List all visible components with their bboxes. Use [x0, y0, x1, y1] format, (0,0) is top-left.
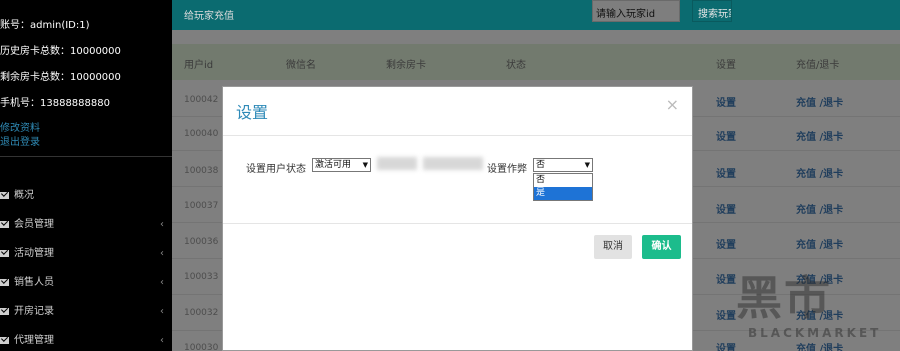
sidebar-item-label: 概况 [14, 190, 34, 201]
table-row-id: 100038 [184, 166, 219, 176]
remaining-card-total: 剩余房卡总数：10000000 [0, 72, 121, 83]
sidebar-item-label: 代理管理 [14, 335, 54, 346]
confirm-button[interactable]: 确认 [642, 235, 681, 259]
envelope-icon [0, 249, 9, 257]
edit-profile-link[interactable]: 修改资料 [0, 119, 40, 134]
table-row-settings-link[interactable]: 设置 [716, 128, 736, 143]
sidebar-item-label: 会员管理 [14, 219, 54, 230]
table-row-id: 100036 [184, 237, 219, 247]
modal-title: 设置 [236, 103, 269, 122]
sidebar-item-sales-staff[interactable]: 销售人员 ‹ [0, 269, 172, 297]
table-row-settings-link[interactable]: 设置 [716, 307, 736, 322]
dropdown-arrow-icon: ▼ [362, 161, 368, 169]
column-header-recharge: 充值/退卡 [796, 60, 840, 71]
table-row-recharge-link[interactable]: 充值 /退卡 [796, 201, 843, 216]
table-row-settings-link[interactable]: 设置 [716, 236, 736, 251]
user-status-select[interactable]: 激活可用 ▼ [312, 158, 371, 172]
table-row-id: 100037 [184, 201, 219, 211]
chevron-left-icon: ‹ [160, 306, 164, 317]
settings-modal: 设置 × 设置用户状态 激活可用 ▼ 设置作弊 否 ▼ 否 是 取消 确认 [222, 86, 693, 351]
redacted-field [423, 157, 483, 170]
table-header [172, 44, 900, 80]
cheat-option-no[interactable]: 否 [534, 174, 592, 187]
chevron-left-icon: ‹ [160, 248, 164, 259]
envelope-icon [0, 220, 9, 228]
user-status-label: 设置用户状态 [246, 164, 306, 175]
table-row-settings-link[interactable]: 设置 [716, 165, 736, 180]
cheat-setting-label: 设置作弊 [487, 164, 527, 175]
table-row-settings-link[interactable]: 设置 [716, 94, 736, 109]
table-row-id: 100033 [184, 272, 219, 282]
watermark-logo: 黑市 [736, 271, 832, 325]
column-header-user-id: 用户id [184, 60, 214, 71]
sidebar-item-label: 销售人员 [14, 277, 54, 288]
sidebar-item-label: 开房记录 [14, 306, 54, 317]
envelope-icon [0, 191, 9, 199]
column-header-status: 状态 [506, 60, 526, 71]
table-row-settings-link[interactable]: 设置 [716, 340, 736, 351]
table-row-recharge-link[interactable]: 充值 /退卡 [796, 165, 843, 180]
table-row-recharge-link[interactable]: 充值 /退卡 [796, 340, 843, 351]
chevron-left-icon: ‹ [160, 335, 164, 346]
table-row-recharge-link[interactable]: 充值 /退卡 [796, 94, 843, 109]
dropdown-arrow-icon: ▼ [584, 161, 590, 169]
cheat-options-list: 否 是 [533, 173, 593, 201]
envelope-icon [0, 336, 9, 344]
account-info: 账号：admin(ID:1) [0, 20, 90, 31]
history-card-total: 历史房卡总数：10000000 [0, 46, 121, 57]
chevron-left-icon: ‹ [160, 277, 164, 288]
table-row-id: 100042 [184, 95, 219, 105]
cheat-setting-value: 否 [536, 160, 546, 170]
cheat-setting-select[interactable]: 否 ▼ [533, 158, 593, 172]
table-row-id: 100040 [184, 129, 219, 139]
sidebar-divider [0, 156, 172, 157]
cancel-button[interactable]: 取消 [594, 235, 632, 259]
table-row-id: 100032 [184, 308, 219, 318]
sidebar-item-member-management[interactable]: 会员管理 ‹ [0, 211, 172, 239]
phone-number: 手机号：13888888880 [0, 98, 110, 109]
envelope-icon [0, 307, 9, 315]
recharge-player-link[interactable]: 给玩家充值 [184, 7, 234, 22]
close-icon[interactable]: × [666, 95, 679, 114]
logout-link[interactable]: 退出登录 [0, 133, 40, 148]
sidebar-item-activity-management[interactable]: 活动管理 ‹ [0, 240, 172, 268]
watermark-text: BLACKMARKET [748, 326, 882, 340]
modal-divider [223, 223, 692, 224]
search-input[interactable]: 请输入玩家id [592, 0, 680, 22]
cheat-option-yes[interactable]: 是 [534, 187, 592, 200]
modal-divider [223, 135, 692, 136]
sidebar-item-room-records[interactable]: 开房记录 ‹ [0, 298, 172, 326]
sidebar-item-agent-management[interactable]: 代理管理 ‹ [0, 327, 172, 351]
chevron-left-icon: ‹ [160, 219, 164, 230]
column-header-remaining-cards: 剩余房卡 [386, 60, 426, 71]
sidebar-item-label: 活动管理 [14, 248, 54, 259]
table-row-recharge-link[interactable]: 充值 /退卡 [796, 236, 843, 251]
redacted-field [377, 157, 417, 170]
table-row-id: 100030 [184, 343, 219, 351]
user-status-value: 激活可用 [315, 160, 352, 170]
sidebar: 账号：admin(ID:1) 历史房卡总数：10000000 剩余房卡总数：10… [0, 0, 172, 351]
envelope-icon [0, 278, 9, 286]
top-bar: 给玩家充值 [172, 0, 900, 30]
table-row-recharge-link[interactable]: 充值 /退卡 [796, 128, 843, 143]
search-button[interactable]: 搜索玩家 [692, 0, 732, 22]
sidebar-item-overview[interactable]: 概况 [0, 182, 172, 210]
table-row-settings-link[interactable]: 设置 [716, 271, 736, 286]
table-row-settings-link[interactable]: 设置 [716, 201, 736, 216]
column-header-settings: 设置 [716, 60, 736, 71]
column-header-wechat-name: 微信名 [286, 60, 316, 71]
